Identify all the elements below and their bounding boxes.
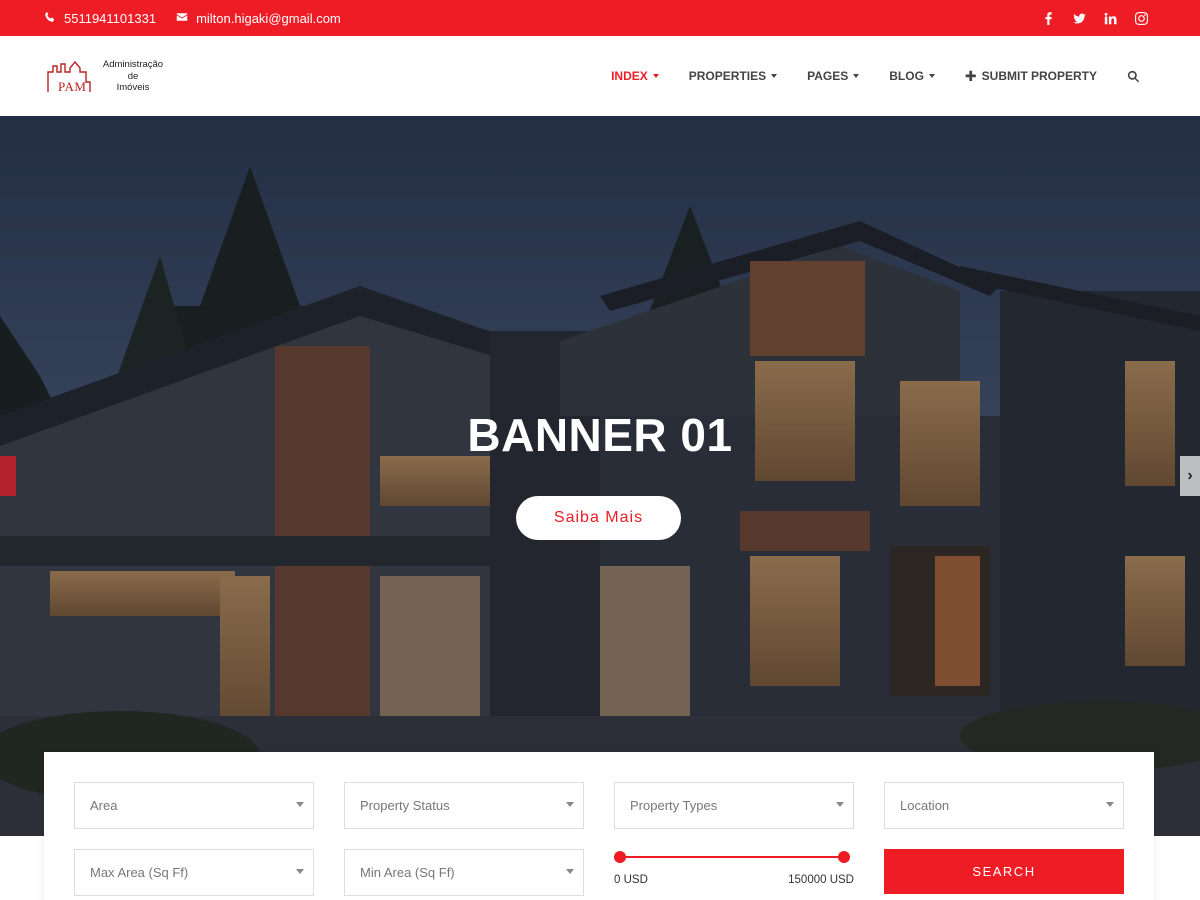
dropdown-arrow-icon [296, 869, 304, 874]
caret-down-icon [771, 74, 778, 78]
location-select[interactable]: Location [884, 782, 1124, 829]
dropdown-arrow-icon [836, 802, 844, 807]
dropdown-arrow-icon [566, 802, 574, 807]
logo-line-2: de [127, 70, 139, 82]
caret-down-icon [853, 74, 860, 78]
nav-item-pages[interactable]: PAGES [807, 69, 860, 83]
facebook-icon[interactable] [1042, 11, 1055, 25]
site-logo[interactable]: PAM Administração de Imóveis [46, 58, 170, 98]
carousel-prev-arrow[interactable] [0, 456, 16, 496]
area-select[interactable]: Area [74, 782, 314, 829]
caret-down-icon [652, 74, 659, 78]
phone-contact[interactable]: 5511941101331 [44, 11, 156, 26]
saiba-mais-button[interactable]: Saiba Mais [516, 496, 681, 540]
dropdown-arrow-icon [566, 869, 574, 874]
area-select-label: Area [90, 798, 118, 813]
nav-item-label: PAGES [807, 69, 849, 83]
carousel-next-arrow[interactable]: › [1180, 456, 1200, 496]
plus-icon: ✚ [964, 68, 977, 84]
search-button[interactable]: SEARCH [884, 849, 1124, 894]
site-header: PAM Administração de Imóveis INDEX PROPE… [0, 36, 1200, 116]
price-range-slider: 0 USD 150000 USD [614, 848, 854, 888]
logo-text: Administração de Imóveis [98, 59, 168, 94]
dropdown-arrow-icon [1106, 802, 1114, 807]
price-range-min-handle[interactable] [614, 851, 626, 863]
price-range-min-label: 0 USD [614, 874, 648, 886]
nav-item-index[interactable]: INDEX [611, 69, 659, 83]
price-range-max-label: 150000 USD [788, 874, 854, 886]
nav-item-label: BLOG [889, 69, 924, 83]
nav-item-submit-property[interactable]: ✚ SUBMIT PROPERTY [965, 69, 1097, 83]
twitter-icon[interactable] [1073, 12, 1086, 25]
envelope-icon [176, 11, 188, 26]
logo-line-3: Imóveis [116, 82, 150, 93]
phone-number: 5511941101331 [64, 10, 157, 26]
top-bar: 5511941101331 milton.higaki@gmail.com [0, 0, 1200, 36]
hero-overlay [0, 116, 1200, 836]
social-links [1042, 0, 1148, 36]
nav-item-label: PROPERTIES [688, 69, 767, 83]
property-status-select[interactable]: Property Status [344, 782, 584, 829]
price-range-track[interactable] [620, 856, 844, 858]
property-search-panel: Area Property Status Property Types Loca… [44, 752, 1154, 900]
max-area-label: Max Area (Sq Ff) [90, 865, 189, 880]
hero-title: BANNER 01 [467, 409, 733, 461]
chevron-right-icon: › [1187, 467, 1193, 484]
logo-line-1: Administração [102, 59, 164, 70]
hero-banner: › BANNER 01 Saiba Mais [0, 116, 1200, 836]
nav-item-blog[interactable]: BLOG [889, 69, 935, 83]
property-types-select[interactable]: Property Types [614, 782, 854, 829]
nav-item-properties[interactable]: PROPERTIES [688, 69, 778, 83]
email-address: milton.higaki@gmail.com [196, 10, 341, 26]
min-area-select[interactable]: Min Area (Sq Ff) [344, 849, 584, 896]
dropdown-arrow-icon [296, 802, 304, 807]
nav-item-label: INDEX [611, 69, 648, 83]
max-area-select[interactable]: Max Area (Sq Ff) [74, 849, 314, 896]
main-nav: INDEX PROPERTIES PAGES BLOG ✚ SUBMIT PRO… [611, 36, 1140, 116]
instagram-icon[interactable] [1135, 11, 1148, 25]
nav-item-label: SUBMIT PROPERTY [981, 69, 1097, 83]
min-area-label: Min Area (Sq Ff) [360, 865, 455, 880]
email-contact[interactable]: milton.higaki@gmail.com [176, 11, 341, 26]
logo-mark: PAM [58, 79, 87, 94]
location-label: Location [900, 798, 950, 813]
phone-icon [44, 11, 56, 26]
linkedin-icon[interactable] [1104, 12, 1117, 25]
caret-down-icon [928, 74, 935, 78]
property-types-label: Property Types [630, 798, 718, 813]
contact-info: 5511941101331 milton.higaki@gmail.com [44, 0, 341, 36]
property-status-label: Property Status [360, 798, 450, 813]
price-range-max-handle[interactable] [838, 851, 850, 863]
search-icon[interactable] [1127, 70, 1140, 83]
